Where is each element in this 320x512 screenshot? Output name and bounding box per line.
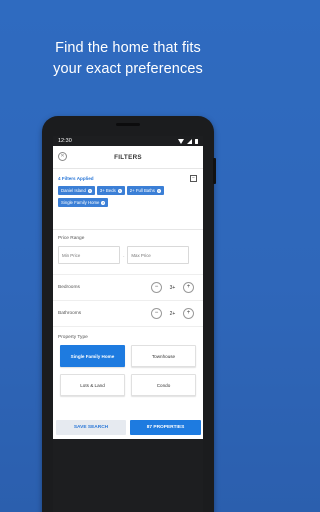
- bathrooms-row: Bathrooms − 2+ +: [53, 301, 203, 327]
- remove-chip-icon[interactable]: ×: [117, 188, 122, 193]
- property-type-label: Property Type: [58, 335, 88, 340]
- bathrooms-decrement-button[interactable]: −: [151, 308, 162, 319]
- promo-headline: Find the home that fits your exact prefe…: [0, 38, 256, 80]
- filter-chips: Daniel Island × 3+ Beds × 2+ Full Baths …: [58, 186, 198, 207]
- bedrooms-stepper: − 3+ +: [151, 282, 194, 293]
- action-bar: SAVE SEARCH 87 PROPERTIES: [53, 420, 203, 435]
- bedrooms-value: 3+: [169, 284, 176, 291]
- applied-filters-title: 4 Filters Applied: [58, 176, 94, 181]
- applied-filters-panel: 4 Filters Applied − Daniel Island × 3+ B…: [53, 169, 203, 230]
- price-range-label: Price Range: [58, 236, 85, 241]
- filter-chip-label: 3+ Beds: [99, 188, 116, 193]
- filter-chip[interactable]: Daniel Island ×: [58, 186, 95, 195]
- property-type-condo[interactable]: Condo: [131, 374, 196, 396]
- battery-icon: [195, 138, 198, 144]
- view-properties-button[interactable]: 87 PROPERTIES: [130, 420, 201, 435]
- price-separator: -: [123, 252, 125, 258]
- bathrooms-value: 2+: [169, 310, 176, 317]
- property-type-single-family[interactable]: Single Family Home: [60, 345, 125, 367]
- price-range-inputs: -: [58, 246, 198, 264]
- filters-header: ✕ FILTERS: [53, 146, 203, 169]
- promo-line-1: Find the home that fits: [55, 40, 201, 56]
- status-bar: 12:30: [53, 136, 203, 146]
- signal-icon: [187, 138, 192, 144]
- bathrooms-increment-button[interactable]: +: [183, 308, 194, 319]
- power-button: [213, 158, 216, 184]
- bathrooms-label: Bathrooms: [58, 311, 82, 316]
- filter-chip[interactable]: Single Family Home ×: [58, 198, 109, 207]
- bathrooms-stepper: − 2+ +: [151, 308, 194, 319]
- filter-chip[interactable]: 3+ Beds ×: [96, 186, 125, 195]
- system-nav-bar: [53, 439, 203, 512]
- remove-chip-icon[interactable]: ×: [87, 188, 92, 193]
- close-icon[interactable]: ✕: [58, 152, 67, 161]
- remove-chip-icon[interactable]: ×: [156, 188, 161, 193]
- filter-chip-label: Single Family Home: [61, 200, 100, 205]
- page-title: FILTERS: [114, 153, 142, 161]
- remove-chip-icon[interactable]: ×: [101, 200, 106, 205]
- wifi-icon: [178, 138, 184, 144]
- bedrooms-increment-button[interactable]: +: [183, 282, 194, 293]
- app-screen: 12:30 ✕ FILTERS 4 Filters Applied − Dani…: [53, 136, 203, 512]
- price-range-section: Price Range -: [53, 230, 203, 264]
- bedrooms-decrement-button[interactable]: −: [151, 282, 162, 293]
- filter-chip[interactable]: 2+ Full Baths ×: [126, 186, 164, 195]
- property-type-section: Property Type Single Family Home Townhou…: [53, 327, 203, 396]
- status-icons: [178, 138, 198, 144]
- save-search-button[interactable]: SAVE SEARCH: [56, 420, 126, 435]
- property-type-townhouse[interactable]: Townhouse: [131, 345, 196, 367]
- max-price-input[interactable]: [127, 246, 190, 264]
- property-type-options: Single Family Home Townhouse Lots & Land…: [60, 345, 198, 396]
- bedrooms-row: Bedrooms − 3+ +: [53, 274, 203, 301]
- property-type-lots-land[interactable]: Lots & Land: [60, 374, 125, 396]
- phone-frame: 12:30 ✕ FILTERS 4 Filters Applied − Dani…: [42, 116, 216, 512]
- filter-chip-label: 2+ Full Baths: [129, 188, 155, 193]
- bedrooms-label: Bedrooms: [58, 285, 80, 290]
- status-time: 12:30: [58, 138, 72, 144]
- filter-chip-label: Daniel Island: [61, 188, 86, 193]
- promo-line-2: your exact preferences: [53, 61, 203, 77]
- collapse-icon[interactable]: −: [190, 175, 197, 182]
- earpiece-speaker: [116, 123, 140, 126]
- min-price-input[interactable]: [58, 246, 120, 264]
